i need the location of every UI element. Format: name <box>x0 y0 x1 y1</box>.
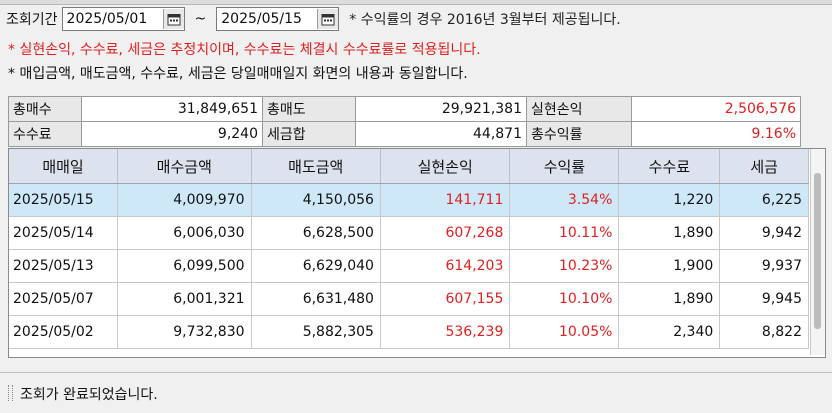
total-buy-value: 31,849,651 <box>81 96 263 122</box>
start-date-value[interactable]: 2025/05/01 <box>67 11 163 27</box>
fee-label: 수수료 <box>8 121 82 147</box>
return-rate-cell: 10.23% <box>509 249 620 283</box>
scrollbar-thumb[interactable] <box>814 173 821 329</box>
col-header-return-rate[interactable]: 수익률 <box>509 149 620 184</box>
total-return-value: 9.16% <box>631 121 801 147</box>
tax-cell: 9,942 <box>719 216 809 250</box>
tax-cell: 8,822 <box>719 315 809 349</box>
status-message: 조회가 완료되었습니다. <box>20 387 158 403</box>
amount-notice: * 매입금액, 매도금액, 수수료, 세금은 당일매매일지 화면의 내용과 동일… <box>8 66 468 82</box>
fee-cell: 1,890 <box>618 216 721 250</box>
col-header-realized-pnl[interactable]: 실현손익 <box>380 149 511 184</box>
buy-amount-cell: 6,001,321 <box>117 282 252 316</box>
realized-pnl-cell: 607,155 <box>380 282 511 316</box>
table-row[interactable]: 2025/05/14 6,006,030 6,628,500 607,268 1… <box>9 216 809 250</box>
date-filter-bar: 조회기간 2025/05/01 ~ 2025/05/15 * 수익률의 경우 2… <box>6 6 621 32</box>
table-row[interactable]: 2025/05/07 6,001,321 6,631,480 607,155 1… <box>9 282 809 316</box>
notes-area: * 실현손익, 수수료, 세금은 추정치이며, 수수료는 체결시 수수료률로 적… <box>8 38 481 86</box>
buy-amount-cell: 4,009,970 <box>117 183 252 217</box>
end-date-value[interactable]: 2025/05/15 <box>221 11 317 27</box>
tax-cell: 6,225 <box>719 183 809 217</box>
grid-header-row: 매매일 매수금액 매도금액 실현손익 수익률 수수료 세금 <box>9 149 809 184</box>
buy-amount-cell: 6,099,500 <box>117 249 252 283</box>
table-row[interactable]: 2025/05/15 4,009,970 4,150,056 141,711 3… <box>9 183 809 217</box>
tax-value: 44,871 <box>355 121 527 147</box>
realized-pnl-cell: 614,203 <box>380 249 511 283</box>
period-label: 조회기간 <box>6 12 58 28</box>
start-date-field[interactable]: 2025/05/01 <box>61 7 185 31</box>
trade-date-cell: 2025/05/14 <box>9 216 119 250</box>
total-sell-value: 29,921,381 <box>355 96 527 122</box>
trade-date-cell: 2025/05/15 <box>9 183 119 217</box>
fee-value: 9,240 <box>81 121 263 147</box>
return-rate-cell: 10.05% <box>509 315 620 349</box>
trade-date-cell: 2025/05/13 <box>9 249 119 283</box>
range-separator: ~ <box>194 11 207 27</box>
trade-date-cell: 2025/05/02 <box>9 315 119 349</box>
return-rate-notice: * 수익률의 경우 2016년 3월부터 제공됩니다. <box>349 12 621 28</box>
tax-cell: 9,937 <box>719 249 809 283</box>
status-bar: 조회가 완료되었습니다. <box>0 372 832 413</box>
end-date-field[interactable]: 2025/05/15 <box>216 7 340 31</box>
return-rate-cell: 3.54% <box>509 183 620 217</box>
col-header-date[interactable]: 매매일 <box>9 149 119 184</box>
fee-cell: 1,900 <box>618 249 721 283</box>
sell-amount-cell: 5,882,305 <box>251 315 381 349</box>
sell-amount-cell: 6,631,480 <box>251 282 381 316</box>
fee-cell: 2,340 <box>618 315 721 349</box>
vertical-scrollbar[interactable] <box>810 149 825 355</box>
realized-pnl-value: 2,506,576 <box>631 96 801 122</box>
buy-amount-cell: 9,732,830 <box>117 315 252 349</box>
total-return-label: 총수익률 <box>526 121 632 147</box>
trade-history-grid[interactable]: 매매일 매수금액 매도금액 실현손익 수익률 수수료 세금 2025/05/15… <box>8 148 826 358</box>
summary-table: 총매수 31,849,651 총매도 29,921,381 실현손익 2,506… <box>8 96 801 147</box>
realized-pnl-cell: 607,268 <box>380 216 511 250</box>
calendar-icon[interactable] <box>162 9 184 29</box>
table-row[interactable]: 2025/05/02 9,732,830 5,882,305 536,239 1… <box>9 315 809 349</box>
col-header-buy-amount[interactable]: 매수금액 <box>117 149 252 184</box>
tax-cell: 9,945 <box>719 282 809 316</box>
grip-icon <box>8 385 13 401</box>
fee-cell: 1,220 <box>618 183 721 217</box>
top-toolbar-strip <box>0 0 832 5</box>
fee-cell: 1,890 <box>618 282 721 316</box>
calendar-icon[interactable] <box>317 9 339 29</box>
total-sell-label: 총매도 <box>262 96 356 122</box>
realized-pnl-cell: 536,239 <box>380 315 511 349</box>
return-rate-cell: 10.11% <box>509 216 620 250</box>
estimate-notice: * 실현손익, 수수료, 세금은 추정치이며, 수수료는 체결시 수수료률로 적… <box>8 42 481 58</box>
total-buy-label: 총매수 <box>8 96 82 122</box>
realized-pnl-label: 실현손익 <box>526 96 632 122</box>
col-header-tax[interactable]: 세금 <box>719 149 809 184</box>
sell-amount-cell: 6,628,500 <box>251 216 381 250</box>
col-header-sell-amount[interactable]: 매도금액 <box>251 149 381 184</box>
sell-amount-cell: 4,150,056 <box>251 183 381 217</box>
realized-pnl-cell: 141,711 <box>380 183 511 217</box>
buy-amount-cell: 6,006,030 <box>117 216 252 250</box>
col-header-fee[interactable]: 수수료 <box>618 149 721 184</box>
sell-amount-cell: 6,629,040 <box>251 249 381 283</box>
table-row[interactable]: 2025/05/13 6,099,500 6,629,040 614,203 1… <box>9 249 809 283</box>
tax-label: 세금합 <box>262 121 356 147</box>
return-rate-cell: 10.10% <box>509 282 620 316</box>
trade-date-cell: 2025/05/07 <box>9 282 119 316</box>
